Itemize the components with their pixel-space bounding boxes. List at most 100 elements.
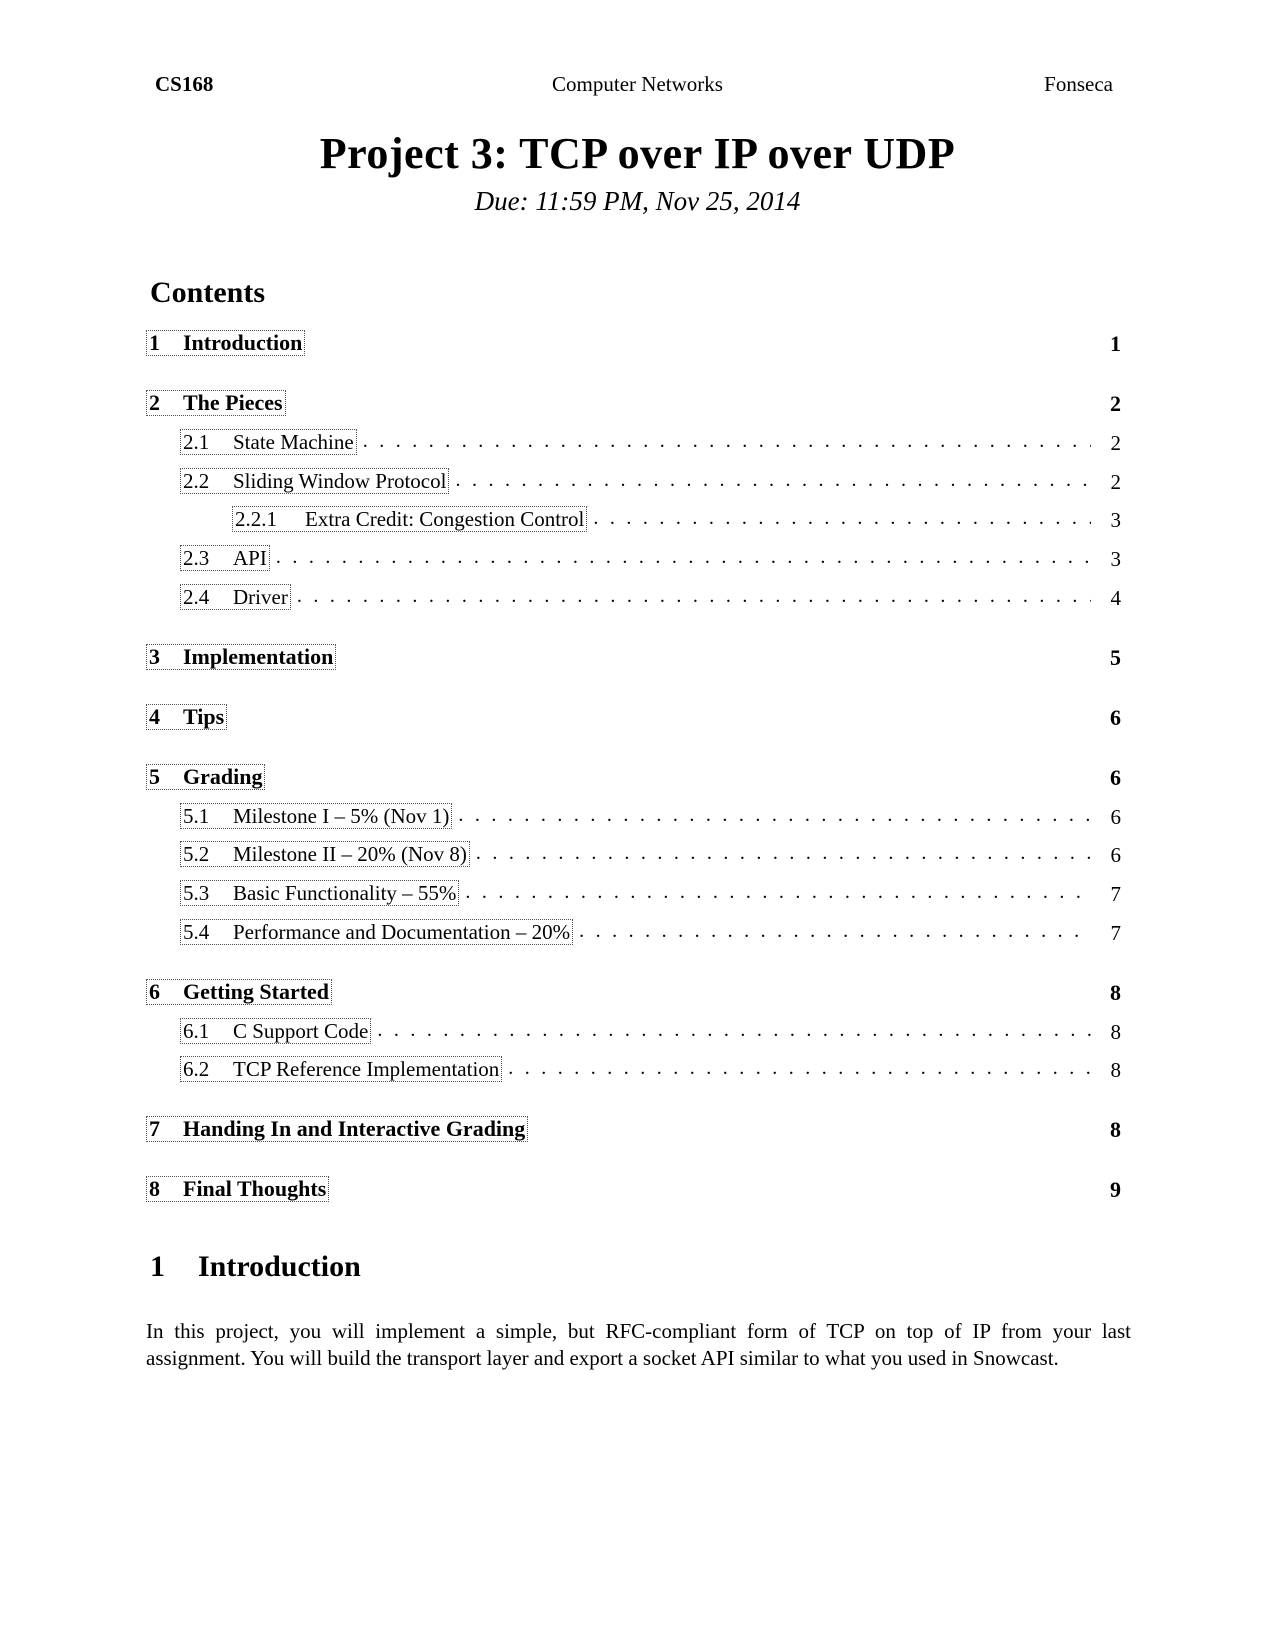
toc-entry: 6.1 C Support Code.......................… — [146, 1014, 1121, 1044]
toc-number: 2.3 — [183, 546, 210, 570]
toc-entry: 5.3 Basic Functionality – 55%............… — [146, 876, 1121, 906]
toc-link[interactable]: 2.3 API — [180, 545, 270, 571]
toc-entry: 5.2 Milestone II – 20% (Nov 8)...........… — [146, 837, 1121, 867]
toc-entry: 6.2 TCP Reference Implementation.........… — [146, 1052, 1121, 1082]
toc-link[interactable]: 1 Introduction — [146, 330, 306, 356]
toc-label: Basic Functionality – 55% — [233, 881, 457, 905]
toc-leader-dots: ........................................… — [579, 921, 1091, 941]
toc-page-number[interactable]: 4 — [1101, 586, 1122, 610]
toc-page-number[interactable]: 3 — [1101, 508, 1122, 532]
toc-entry: 1 Introduction 1 — [146, 326, 1121, 356]
toc-link[interactable]: 2.4 Driver — [180, 584, 291, 610]
toc-label: Driver — [233, 585, 288, 609]
contents-heading: Contents — [150, 276, 266, 309]
toc-leader-dots: ........................................… — [593, 508, 1091, 528]
toc-entry: 3 Implementation 5 — [146, 640, 1121, 670]
toc-entry: 2 The Pieces 2 — [146, 386, 1121, 416]
toc-entry: 5.4 Performance and Documentation – 20%..… — [146, 915, 1121, 945]
toc-page-number[interactable]: 6 — [1101, 805, 1122, 829]
toc-entry: 2.2.1 Extra Credit: Congestion Control...… — [146, 502, 1121, 532]
toc-page-number[interactable]: 2 — [1101, 470, 1122, 494]
toc-link[interactable]: 2 The Pieces — [146, 390, 286, 416]
toc-leader-dots: ........................................… — [465, 882, 1091, 902]
toc-label: Tips — [183, 704, 225, 729]
toc-page-number[interactable]: 7 — [1101, 882, 1122, 906]
toc-page-number[interactable]: 8 — [1101, 1118, 1121, 1142]
toc-page-number[interactable]: 6 — [1101, 843, 1122, 867]
toc-number: 2 — [149, 390, 160, 415]
toc-page-number[interactable]: 6 — [1101, 706, 1121, 730]
toc-entry: 7 Handing In and Interactive Grading 8 — [146, 1112, 1121, 1142]
toc-entry: 4 Tips 6 — [146, 700, 1121, 730]
toc-page-number[interactable]: 8 — [1101, 981, 1121, 1005]
toc-leader-dots: ........................................… — [362, 431, 1091, 451]
toc-page-number[interactable]: 7 — [1101, 921, 1122, 945]
toc-entry: 2.3 API..................................… — [146, 541, 1121, 571]
toc-link[interactable]: 5.4 Performance and Documentation – 20% — [180, 919, 574, 945]
toc-number: 6 — [149, 979, 160, 1004]
toc-number: 5.4 — [183, 920, 210, 944]
toc-page-number[interactable]: 2 — [1101, 392, 1121, 416]
toc-number: 3 — [149, 644, 160, 669]
toc-link[interactable]: 2.2.1 Extra Credit: Congestion Control — [232, 506, 588, 532]
toc-page-number[interactable]: 6 — [1101, 766, 1121, 790]
toc-number: 2.4 — [183, 585, 210, 609]
toc-label: Milestone II – 20% (Nov 8) — [233, 842, 467, 866]
toc-page-number[interactable]: 9 — [1101, 1178, 1121, 1202]
toc-entry: 6 Getting Started 8 — [146, 975, 1121, 1005]
toc-label: Final Thoughts — [183, 1176, 327, 1201]
toc-link[interactable]: 8 Final Thoughts — [146, 1176, 330, 1202]
toc-number: 5.1 — [183, 804, 210, 828]
toc-leader-dots: ........................................… — [458, 805, 1091, 825]
toc-link[interactable]: 6.1 C Support Code — [180, 1018, 372, 1044]
toc-label: Handing In and Interactive Grading — [183, 1116, 526, 1141]
toc-leader-dots: ........................................… — [455, 470, 1091, 490]
toc-number: 1 — [149, 330, 160, 355]
toc-leader-dots: ........................................… — [275, 547, 1091, 567]
toc-link[interactable]: 3 Implementation — [146, 644, 337, 670]
due-date: Due: 11:59 PM, Nov 25, 2014 — [474, 186, 801, 216]
toc-link[interactable]: 6 Getting Started — [146, 979, 333, 1005]
toc-number: 6.1 — [183, 1019, 210, 1043]
toc-entry: 8 Final Thoughts 9 — [146, 1172, 1121, 1202]
toc-page-number[interactable]: 8 — [1101, 1058, 1122, 1082]
toc-label: Grading — [183, 764, 263, 789]
toc-link[interactable]: 5 Grading — [146, 764, 266, 790]
toc-page-number[interactable]: 8 — [1101, 1020, 1122, 1044]
toc-number: 4 — [149, 704, 160, 729]
toc-leader-dots: ........................................… — [508, 1058, 1091, 1078]
toc-number: 2.2.1 — [235, 507, 277, 531]
toc-page-number[interactable]: 5 — [1101, 646, 1121, 670]
toc-label: Getting Started — [183, 979, 330, 1004]
toc-entry: 2.1 State Machine........................… — [146, 425, 1121, 455]
toc-link[interactable]: 6.2 TCP Reference Implementation — [180, 1056, 503, 1082]
toc-number: 5.2 — [183, 842, 210, 866]
toc-link[interactable]: 2.2 Sliding Window Protocol — [180, 468, 450, 494]
toc-page-number[interactable]: 3 — [1101, 547, 1122, 571]
toc-page-number[interactable]: 1 — [1101, 332, 1121, 356]
toc-number: 6.2 — [183, 1057, 210, 1081]
toc-entry: 2.2 Sliding Window Protocol..............… — [146, 464, 1121, 494]
section-heading-introduction: 1 Introduction — [150, 1250, 361, 1284]
toc-link[interactable]: 4 Tips — [146, 704, 228, 730]
toc-entry: 2.4 Driver...............................… — [146, 580, 1121, 610]
toc-link[interactable]: 5.3 Basic Functionality – 55% — [180, 880, 460, 906]
toc-label: Implementation — [183, 644, 334, 669]
toc-label: Performance and Documentation – 20% — [233, 920, 571, 944]
toc-page-number[interactable]: 2 — [1101, 431, 1122, 455]
toc-label: Extra Credit: Congestion Control — [305, 507, 585, 531]
toc-link[interactable]: 5.2 Milestone II – 20% (Nov 8) — [180, 841, 470, 867]
toc-label: Introduction — [183, 330, 303, 355]
toc-leader-dots: ........................................… — [475, 843, 1091, 863]
toc-entry: 5.1 Milestone I – 5% (Nov 1).............… — [146, 799, 1121, 829]
toc-link[interactable]: 2.1 State Machine — [180, 429, 357, 455]
toc-leader-dots: ........................................… — [296, 586, 1091, 606]
section-title: Introduction — [198, 1250, 361, 1283]
intro-paragraph: In this project, you will implement a si… — [146, 1319, 1131, 1370]
toc-number: 2.1 — [183, 430, 210, 454]
toc-link[interactable]: 7 Handing In and Interactive Grading — [146, 1116, 529, 1142]
toc-link[interactable]: 5.1 Milestone I – 5% (Nov 1) — [180, 803, 453, 829]
header-instructor: Fonseca — [1044, 72, 1113, 96]
toc-number: 7 — [149, 1116, 160, 1141]
toc-label: Milestone I – 5% (Nov 1) — [233, 804, 450, 828]
